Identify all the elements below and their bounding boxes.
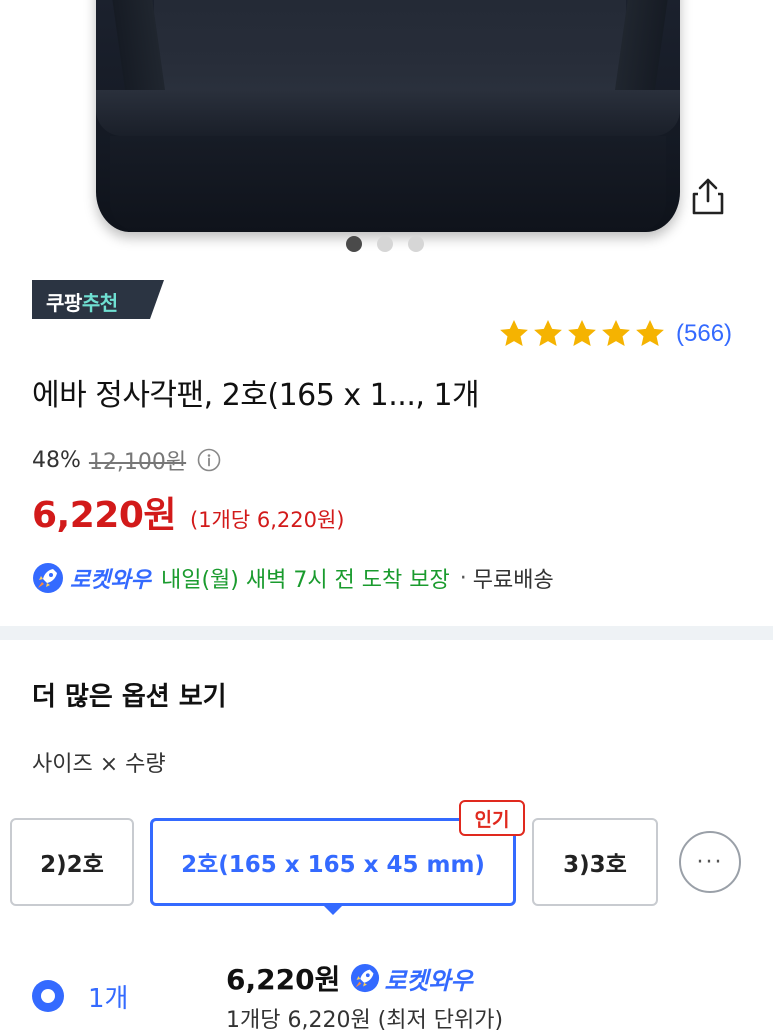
separator-dot: ·: [459, 565, 467, 591]
rocket-wow-icon: [33, 563, 63, 593]
option-type-label: 사이즈 × 수량: [32, 752, 166, 777]
star-icon: [568, 320, 596, 346]
radio-inner: [41, 989, 55, 1003]
carousel-dot-1[interactable]: [346, 236, 362, 252]
star-icon: [500, 320, 528, 346]
discount-row: 48% 12,100원: [32, 444, 222, 476]
selected-pointer: [322, 904, 344, 915]
share-button[interactable]: [686, 174, 730, 218]
delivery-info: 로켓와우 내일(월) 새벽 7시 전 도착 보장 · 무료배송: [32, 562, 554, 594]
discount-rate: 48%: [32, 447, 81, 473]
rocket-wow-icon: [351, 963, 380, 993]
option-3-3ho[interactable]: 3)3호: [532, 818, 658, 906]
option-label: 2)2호: [40, 852, 104, 878]
quantity-price: 6,220원: [226, 963, 341, 996]
more-options-title: 더 많은 옵션 보기: [32, 682, 227, 712]
quantity-price-row: 6,220원 로켓와우: [226, 958, 473, 998]
carousel-dot-3[interactable]: [408, 236, 424, 252]
star-icon: [534, 320, 562, 346]
option-2-2ho[interactable]: 2)2호: [10, 818, 134, 906]
badge-text-part1: 쿠팡: [46, 291, 82, 315]
rocket-wow-label: 로켓와우: [384, 966, 473, 995]
star-icon: [636, 320, 664, 346]
coupang-recommend-badge: 쿠팡추천: [32, 280, 164, 319]
arrival-guarantee: 내일(월) 새벽 7시 전 도착 보장: [160, 568, 450, 593]
image-carousel-dots[interactable]: [346, 236, 424, 252]
more-options-button[interactable]: ···: [679, 831, 741, 893]
carousel-dot-2[interactable]: [377, 236, 393, 252]
price-row: 6,220원 (1개당 6,220원): [32, 486, 345, 538]
review-count[interactable]: (566): [676, 320, 732, 348]
pan-image-bottom: [110, 136, 666, 232]
original-price: 12,100원: [88, 450, 187, 475]
rocket-wow-label: 로켓와우: [70, 568, 151, 593]
option-label: 2호(165 x 165 x 45 mm): [181, 852, 485, 878]
section-divider: [0, 626, 773, 640]
option-label: 3)3호: [563, 852, 627, 878]
info-icon[interactable]: [196, 447, 222, 473]
unit-price: (1개당 6,220원): [190, 508, 345, 532]
star-icon: [602, 320, 630, 346]
rating[interactable]: (566): [498, 318, 732, 350]
quantity-unit-price: 1개당 6,220원 (최저 단위가): [226, 1008, 504, 1031]
product-image[interactable]: [0, 0, 773, 262]
product-title: 에바 정사각팬, 2호(165 x 1..., 1개: [32, 378, 480, 413]
badge-text-part2: 추천: [81, 291, 118, 315]
free-shipping: 무료배송: [472, 568, 554, 593]
quantity-radio-selected[interactable]: [32, 980, 64, 1012]
pan-image-rim: [96, 90, 680, 136]
popular-badge: 인기: [459, 800, 525, 836]
quantity-label[interactable]: 1개: [88, 978, 128, 1015]
star-rating: [498, 318, 666, 350]
sale-price: 6,220원: [32, 495, 177, 536]
share-icon: [692, 178, 724, 215]
